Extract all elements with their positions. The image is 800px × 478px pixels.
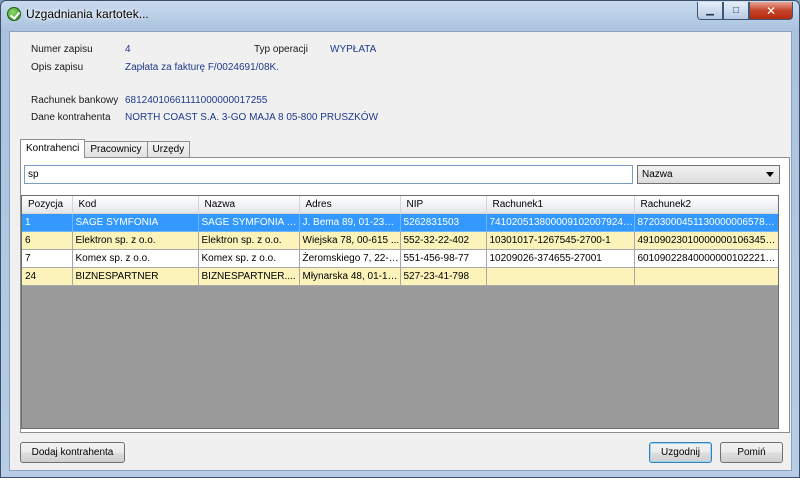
bank-account-label: Rachunek bankowy <box>31 95 119 106</box>
contractor-value: NORTH COAST S.A. 3-GO MAJA 8 05-800 PRUS… <box>125 112 379 123</box>
cell-kod: Komex sp. z o.o. <box>72 249 199 268</box>
dialog-window: Uzgadniania kartotek... ▁ □ ✕ Numer zapi… <box>0 0 800 478</box>
column-header-nip[interactable]: NIP <box>400 196 487 214</box>
cell-nazwa: Elektron sp. z o.o. <box>198 231 300 250</box>
column-header-adres[interactable]: Adres <box>299 196 401 214</box>
cell-rachunek1 <box>486 267 635 286</box>
bank-account-value: 68124010661111000000017255 <box>125 95 268 106</box>
cell-rachunek1: 74102051380000910200792457 <box>486 213 635 232</box>
description-label: Opis zapisu <box>31 62 84 73</box>
cell-rachunek2: 87203000451130000006578310 <box>634 213 778 232</box>
table-row[interactable]: 7 Komex sp. z o.o. Komex sp. z o.o. Żero… <box>22 249 778 268</box>
cell-nazwa: BIZNESPARTNER.... <box>198 267 300 286</box>
record-number-value: 4 <box>125 44 131 55</box>
table-row[interactable]: 6 Elektron sp. z o.o. Elektron sp. z o.o… <box>22 231 778 250</box>
cell-pozycja: 1 <box>22 213 73 232</box>
cell-kod: SAGE SYMFONIA <box>72 213 199 232</box>
cell-pozycja: 6 <box>22 231 73 250</box>
cell-kod: BIZNESPARTNER <box>72 267 199 286</box>
cell-nip: 552-32-22-402 <box>400 231 487 250</box>
window-title: Uzgadniania kartotek... <box>26 7 149 21</box>
cell-rachunek1: 10209026-374655-27001 <box>486 249 635 268</box>
cell-pozycja: 7 <box>22 249 73 268</box>
search-field-selected: Nazwa <box>642 169 673 180</box>
chevron-down-icon <box>766 172 774 177</box>
title-bar[interactable]: Uzgadniania kartotek... ▁ □ ✕ <box>1 1 799 27</box>
cell-kod: Elektron sp. z o.o. <box>72 231 199 250</box>
cell-nazwa: SAGE SYMFONIA S... <box>198 213 300 232</box>
cell-adres: Żeromskiego 7, 22-4... <box>299 249 401 268</box>
column-header-pozycja[interactable]: Pozycja <box>22 196 73 214</box>
cell-pozycja: 24 <box>22 267 73 286</box>
contractor-label: Dane kontrahenta <box>31 112 111 123</box>
app-icon <box>7 7 21 21</box>
cell-nip: 5262831503 <box>400 213 487 232</box>
maximize-button[interactable]: □ <box>723 2 749 20</box>
search-input[interactable] <box>24 165 633 184</box>
record-number-label: Numer zapisu <box>31 44 93 55</box>
tab-kontrahenci[interactable]: Kontrahenci <box>20 139 86 158</box>
column-header-rachunek1[interactable]: Rachunek1 <box>486 196 635 214</box>
cell-rachunek2: 60109022840000000102221745 <box>634 249 778 268</box>
column-header-kod[interactable]: Kod <box>72 196 199 214</box>
dialog-client-area: Numer zapisu 4 Typ operacji WYPŁATA Opis… <box>9 31 792 471</box>
cell-adres: Wiejska 78, 00-615 ... <box>299 231 401 250</box>
cell-rachunek1: 10301017-1267545-2700-1 <box>486 231 635 250</box>
cell-adres: J. Bema 89, 01-233 ... <box>299 213 401 232</box>
contractors-grid[interactable]: Pozycja Kod Nazwa Adres NIP Rachunek1 Ra… <box>21 195 779 429</box>
cell-rachunek2 <box>634 267 778 286</box>
column-header-nazwa[interactable]: Nazwa <box>198 196 300 214</box>
minimize-icon: ▁ <box>706 5 714 16</box>
operation-type-value: WYPŁATA <box>330 44 377 55</box>
reconcile-button[interactable]: Uzgodnij <box>649 442 712 463</box>
cell-nip: 527-23-41-798 <box>400 267 487 286</box>
operation-type-label: Typ operacji <box>254 44 308 55</box>
contractors-panel: Nazwa Pozycja Kod Nazwa Adres <box>20 157 790 433</box>
search-field-select[interactable]: Nazwa <box>637 165 780 184</box>
skip-button[interactable]: Pomiń <box>720 442 783 463</box>
table-row[interactable]: 1 SAGE SYMFONIA SAGE SYMFONIA S... J. Be… <box>22 213 778 232</box>
cell-rachunek2: 49109023010000000106345232 <box>634 231 778 250</box>
tab-urzedy[interactable]: Urzędy <box>146 141 191 158</box>
table-row[interactable]: 24 BIZNESPARTNER BIZNESPARTNER.... Młyna… <box>22 267 778 286</box>
tab-strip: Kontrahenci Pracownicy Urzędy <box>20 139 191 158</box>
contractors-table: Pozycja Kod Nazwa Adres NIP Rachunek1 Ra… <box>22 196 778 286</box>
maximize-icon: □ <box>732 5 740 16</box>
cell-nip: 551-456-98-77 <box>400 249 487 268</box>
column-header-rachunek2[interactable]: Rachunek2 <box>634 196 778 214</box>
table-header-row: Pozycja Kod Nazwa Adres NIP Rachunek1 Ra… <box>22 196 778 214</box>
close-button[interactable]: ✕ <box>749 2 793 20</box>
description-value: Zapłata za fakturę F/0024691/08K. <box>125 62 279 73</box>
add-contractor-button[interactable]: Dodaj kontrahenta <box>20 442 125 463</box>
tab-pracownicy[interactable]: Pracownicy <box>84 141 148 158</box>
minimize-button[interactable]: ▁ <box>697 2 723 20</box>
cell-nazwa: Komex sp. z o.o. <box>198 249 300 268</box>
window-controls: ▁ □ ✕ <box>697 2 793 20</box>
cell-adres: Młynarska 48, 01-17... <box>299 267 401 286</box>
close-icon: ✕ <box>765 3 777 18</box>
